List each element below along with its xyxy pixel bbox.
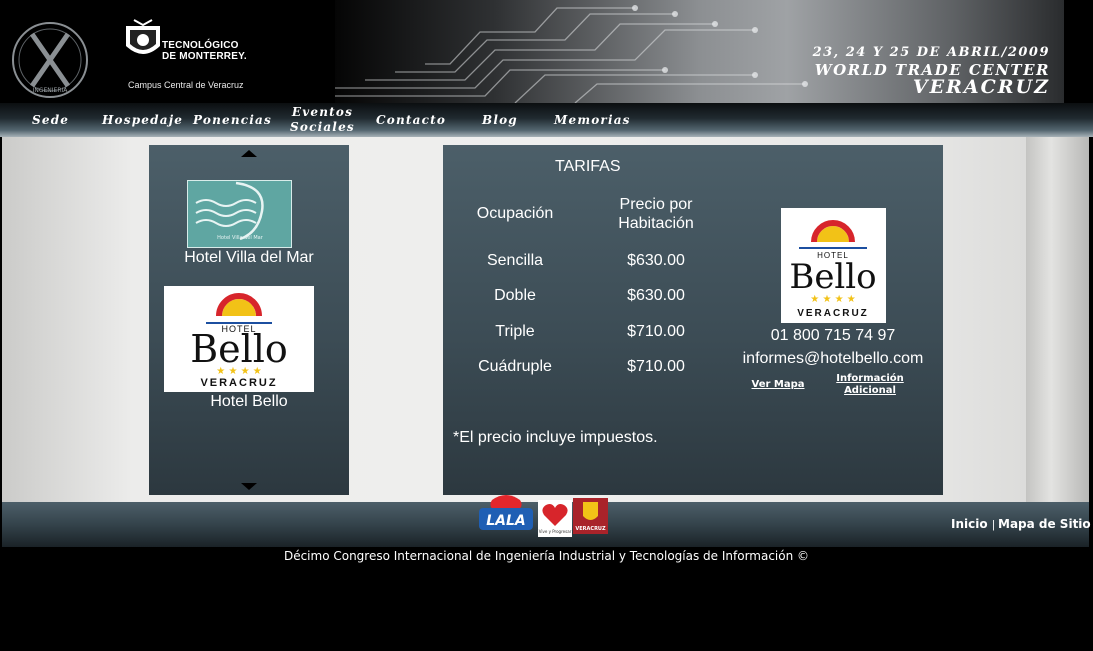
campus-name: Campus Central de Veracruz <box>128 80 244 90</box>
decorative-pillar <box>1026 137 1089 502</box>
rate-row-price: $630.00 <box>627 252 685 269</box>
price-footnote: *El precio incluye impuestos. <box>453 429 658 446</box>
nav-item-blog[interactable]: Blog <box>482 113 518 128</box>
svg-text:VERACRUZ: VERACRUZ <box>797 308 869 319</box>
main-navigation: Sede Hospedaje Ponencias Eventos Sociale… <box>0 103 1093 137</box>
nav-item-ponencias[interactable]: Ponencias <box>193 113 272 128</box>
rate-row-occupancy: Doble <box>494 287 536 304</box>
svg-text:Vive y Progresar: Vive y Progresar <box>539 529 572 534</box>
price-header-line1: Precio por <box>619 196 693 213</box>
nav-item-sede[interactable]: Sede <box>32 113 69 128</box>
hotel-bello-logo-graphic: HOTEL Bello ★ ★ ★ ★ VERACRUZ <box>190 293 288 389</box>
sponsor-lala-logo[interactable]: LALA <box>478 492 534 536</box>
svg-text:Bello: Bello <box>190 327 288 371</box>
engineering-emblem-logo[interactable]: INGENIERIA <box>10 20 90 100</box>
hotel-bello-logo[interactable]: HOTEL Bello ★ ★ ★ ★ VERACRUZ <box>164 286 314 392</box>
rates-panel: TARIFAS Ocupación Precio por Habitación … <box>443 145 943 495</box>
hotel-villa-del-mar-link[interactable]: Hotel Villa del Mar <box>149 249 349 267</box>
event-city: VERACRUZ <box>912 76 1050 98</box>
hotel-bello-large-logo-graphic: HOTEL Bello ★ ★ ★ ★ VERACRUZ <box>789 220 877 319</box>
nav-item-eventos-line1: Eventos <box>291 105 354 119</box>
rate-row-occupancy: Cuádruple <box>478 358 552 375</box>
tec-name-line2: DE MONTERREY. <box>162 51 247 62</box>
heart-icon: Vive y Progresar <box>539 504 572 534</box>
sponsor-veracruz-logo[interactable]: VERACRUZ <box>573 498 608 534</box>
occupancy-column-header: Ocupación <box>476 205 554 222</box>
svg-text:INGENIERIA: INGENIERIA <box>33 87 69 94</box>
hotel-list-panel: Hotel Villa del Mar Hotel Villa del Mar … <box>149 145 349 495</box>
rates-title: TARIFAS <box>555 158 621 175</box>
site-header: INGENIERIA TECNOLÓGICO DE MONTERREY. Cam… <box>0 0 1093 103</box>
rate-row-price: $710.00 <box>627 323 685 340</box>
additional-info-line1: Información <box>836 373 904 384</box>
event-date: 23, 24 Y 25 DE ABRIL/2009 <box>812 45 1050 60</box>
footer-sitemap-link[interactable]: Mapa de Sitio <box>998 517 1091 531</box>
tec-name-line1: TECNOLÓGICO <box>162 40 239 51</box>
rate-row-price: $710.00 <box>627 358 685 375</box>
nav-item-memorias[interactable]: Memorias <box>554 113 631 128</box>
footer-home-link[interactable]: Inicio <box>951 517 988 531</box>
price-header-line2: Habitación <box>618 215 694 232</box>
additional-info-line2: Adicional <box>844 385 896 396</box>
svg-text:★ ★ ★ ★: ★ ★ ★ ★ <box>810 294 855 305</box>
hotel-bello-link[interactable]: Hotel Bello <box>149 393 349 411</box>
svg-text:Bello: Bello <box>789 257 876 297</box>
rate-row-occupancy: Triple <box>495 323 535 340</box>
footer-separator: | <box>992 519 995 531</box>
copyright-text: Décimo Congreso Internacional de Ingenie… <box>283 549 810 563</box>
price-column-header: Precio por Habitación <box>603 195 709 233</box>
tec-monterrey-shield-icon <box>126 19 160 54</box>
view-map-link[interactable]: Ver Mapa <box>749 379 807 391</box>
svg-text:VERACRUZ: VERACRUZ <box>575 526 606 532</box>
rate-row-occupancy: Sencilla <box>486 252 544 269</box>
nav-item-contacto[interactable]: Contacto <box>376 113 446 128</box>
nav-item-hospedaje[interactable]: Hospedaje <box>102 113 183 128</box>
scroll-down-arrow-icon[interactable] <box>241 483 257 490</box>
svg-text:LALA: LALA <box>486 513 526 529</box>
nav-item-eventos-sociales[interactable]: Eventos Sociales <box>290 105 355 135</box>
hotel-email: informes@hotelbello.com <box>742 350 924 367</box>
sponsor-heart-logo[interactable]: Vive y Progresar <box>538 500 572 537</box>
scroll-up-arrow-icon[interactable] <box>241 150 257 157</box>
veracruz-shield-icon: VERACRUZ <box>575 502 606 532</box>
svg-text:Hotel Villa del Mar: Hotel Villa del Mar <box>217 235 264 241</box>
additional-info-link[interactable]: Información Adicional <box>831 373 909 397</box>
waves-icon: Hotel Villa del Mar <box>195 181 264 241</box>
svg-text:★ ★ ★ ★: ★ ★ ★ ★ <box>216 366 261 377</box>
hotel-bello-large-logo: HOTEL Bello ★ ★ ★ ★ VERACRUZ <box>781 208 886 323</box>
rate-row-price: $630.00 <box>627 287 685 304</box>
nav-item-eventos-line2: Sociales <box>290 120 355 134</box>
svg-text:VERACRUZ: VERACRUZ <box>200 377 277 389</box>
hotel-villa-del-mar-logo[interactable]: Hotel Villa del Mar <box>187 180 292 248</box>
hotel-phone: 01 800 715 74 97 <box>770 327 896 344</box>
